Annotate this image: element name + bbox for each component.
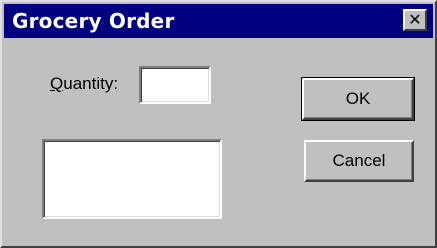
quantity-label-text: uantity: xyxy=(63,74,119,93)
quantity-input[interactable] xyxy=(139,66,211,104)
notes-textbox[interactable] xyxy=(42,139,222,219)
title-bar[interactable]: Grocery Order ✕ xyxy=(4,4,433,38)
cancel-button[interactable]: Cancel xyxy=(304,140,414,182)
quantity-label: Quantity: xyxy=(50,74,118,94)
close-icon: ✕ xyxy=(408,10,422,29)
quantity-label-mnemonic: Q xyxy=(50,74,64,93)
window-title: Grocery Order xyxy=(12,9,175,33)
grocery-order-dialog: Grocery Order ✕ Quantity: OK Cancel xyxy=(0,0,437,248)
close-button[interactable]: ✕ xyxy=(403,9,427,31)
ok-button[interactable]: OK xyxy=(301,77,415,121)
